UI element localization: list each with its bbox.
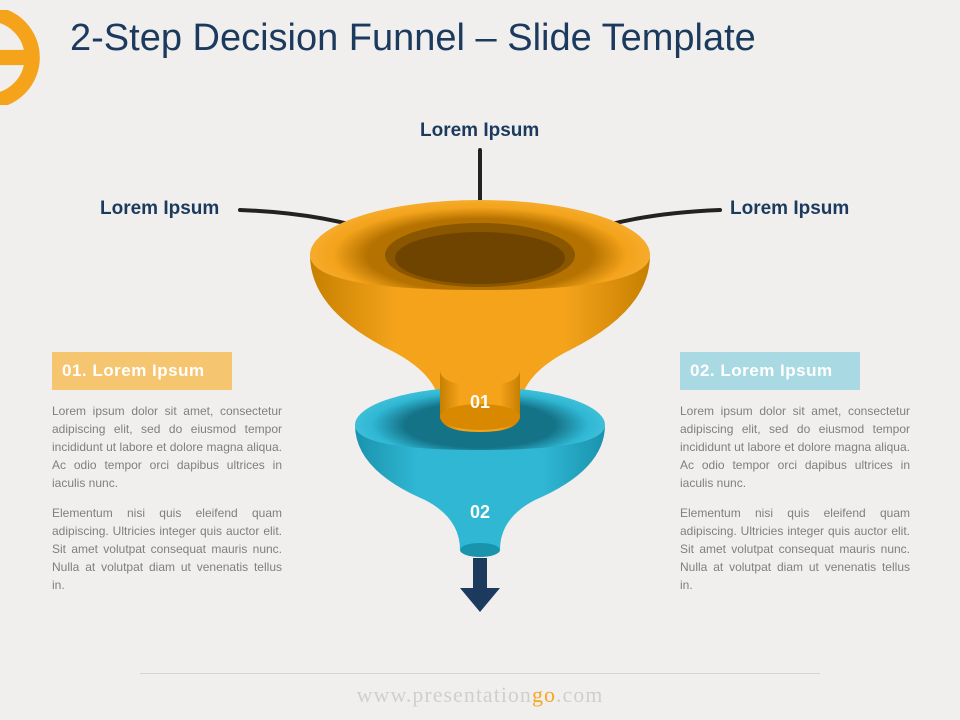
panel-step-1-heading: 01. Lorem Ipsum (52, 352, 232, 390)
footer-suffix: .com (556, 682, 603, 707)
panel-step-2-para-2: Elementum nisi quis eleifend quam adipis… (680, 504, 910, 594)
footer-prefix: www. (357, 682, 413, 707)
panel-step-2: 02. Lorem Ipsum Lorem ipsum dolor sit am… (680, 352, 910, 606)
stage-1-number: 01 (470, 392, 490, 412)
footer-url: www.presentationgo.com (0, 682, 960, 708)
stage-2-number: 02 (470, 502, 490, 522)
footer-brand-pre: presentation (412, 682, 532, 707)
output-arrow (460, 558, 500, 612)
brand-logo-fragment (0, 10, 55, 105)
footer-divider (140, 673, 820, 674)
input-label-top: Lorem Ipsum (420, 120, 539, 142)
panel-step-2-heading: 02. Lorem Ipsum (680, 352, 860, 390)
funnel-graphic: 01 02 (280, 180, 680, 640)
slide-title: 2-Step Decision Funnel – Slide Template (70, 18, 890, 60)
input-label-right: Lorem Ipsum (730, 198, 849, 220)
panel-step-1-para-1: Lorem ipsum dolor sit amet, consectetur … (52, 402, 282, 492)
input-label-left: Lorem Ipsum (100, 198, 219, 220)
panel-step-1: 01. Lorem Ipsum Lorem ipsum dolor sit am… (52, 352, 282, 606)
panel-step-1-para-2: Elementum nisi quis eleifend quam adipis… (52, 504, 282, 594)
panel-step-2-para-1: Lorem ipsum dolor sit amet, consectetur … (680, 402, 910, 492)
footer-brand-accent: go (532, 682, 556, 707)
